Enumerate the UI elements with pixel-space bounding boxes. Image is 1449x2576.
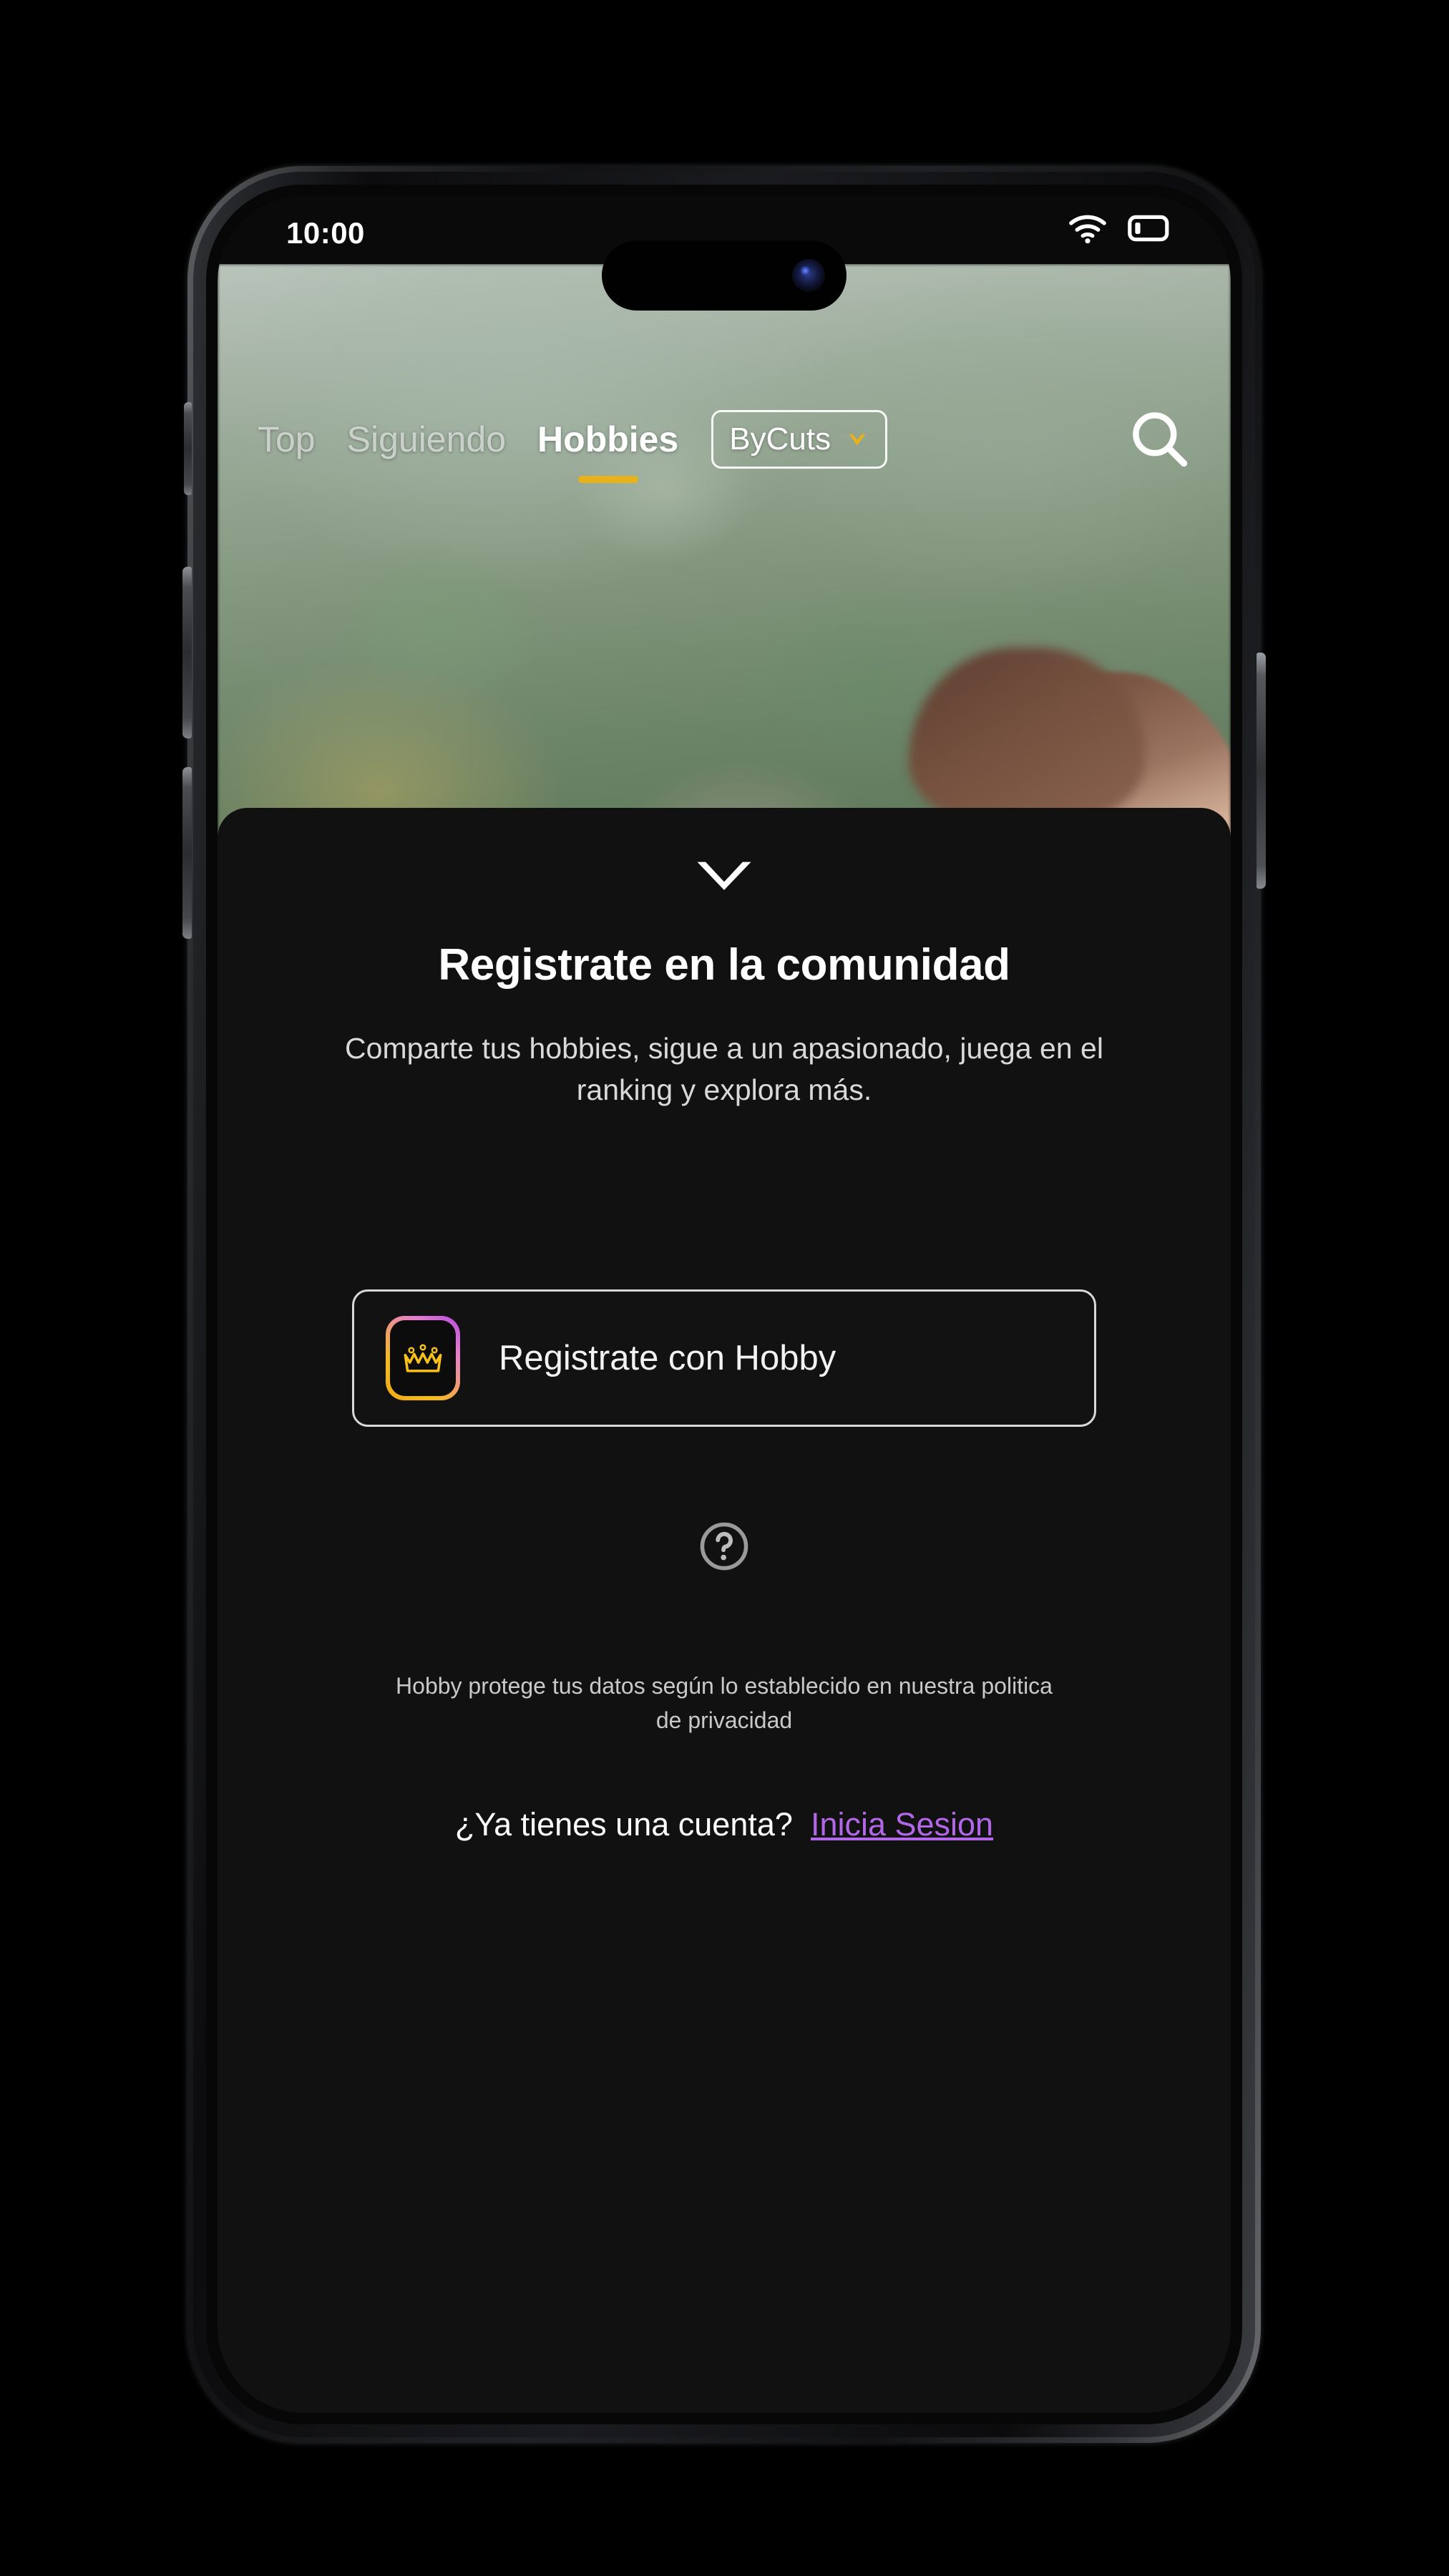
top-navigation-bar: Top Siguiendo Hobbies ByCuts [218,396,1231,483]
screenshot-canvas: Top Siguiendo Hobbies ByCuts 10:00 Regis… [0,0,1449,2576]
active-tab-underline [577,476,638,483]
phone-device-frame: Top Siguiendo Hobbies ByCuts 10:00 Regis… [182,166,1266,2443]
signup-bottom-sheet: Registrate en la comunidad Comparte tus … [218,808,1231,2413]
search-button[interactable] [1121,400,1199,479]
tab-top[interactable]: Top [258,419,316,460]
search-icon [1133,412,1188,467]
dynamic-island [602,240,847,311]
phone-screen: Top Siguiendo Hobbies ByCuts 10:00 Regis… [218,196,1231,2413]
filter-dropdown-bycuts[interactable]: ByCuts [711,410,888,469]
existing-account-row: ¿Ya tienes una cuenta? Inicia Sesion [455,1806,993,1843]
battery-low-icon [1128,215,1169,242]
question-circle-icon [700,1523,748,1571]
privacy-note: Hobby protege tus datos según lo estable… [396,1673,1053,1734]
help-button[interactable] [696,1518,752,1574]
volume-down-button[interactable] [182,767,192,939]
status-bar-time: 10:00 [286,216,365,250]
existing-account-prompt: ¿Ya tienes una cuenta? [454,1806,793,1843]
silent-switch-button[interactable] [184,402,192,495]
sheet-subtitle: Comparte tus hobbies, sigue a un apasion… [345,1032,1103,1107]
sheet-title: Registrate en la comunidad [438,940,1010,990]
signup-with-hobby-button[interactable]: Registrate con Hobby [352,1289,1096,1428]
nav-tab-list: Top Siguiendo Hobbies [258,419,679,483]
tab-hobbies[interactable]: Hobbies [537,419,679,483]
login-link[interactable]: Inicia Sesion [811,1806,993,1843]
volume-up-button[interactable] [182,567,192,738]
status-bar-indicators [1068,213,1171,243]
crown-icon [404,1344,442,1373]
crown-logo-inner [390,1320,456,1397]
wifi-icon [1069,215,1106,243]
tab-hobbies-label: Hobbies [537,419,679,459]
signup-button-label: Registrate con Hobby [499,1339,836,1378]
front-camera-lens [792,259,825,292]
tab-siguiendo-label: Siguiendo [346,419,507,459]
chevron-down-icon [849,434,866,446]
crown-logo-icon [386,1316,460,1401]
tab-top-label: Top [258,419,316,459]
collapse-sheet-chevron-down-icon[interactable] [693,859,755,895]
power-button[interactable] [1257,653,1266,889]
filter-dropdown-label: ByCuts [729,421,831,457]
tab-siguiendo[interactable]: Siguiendo [347,419,506,460]
